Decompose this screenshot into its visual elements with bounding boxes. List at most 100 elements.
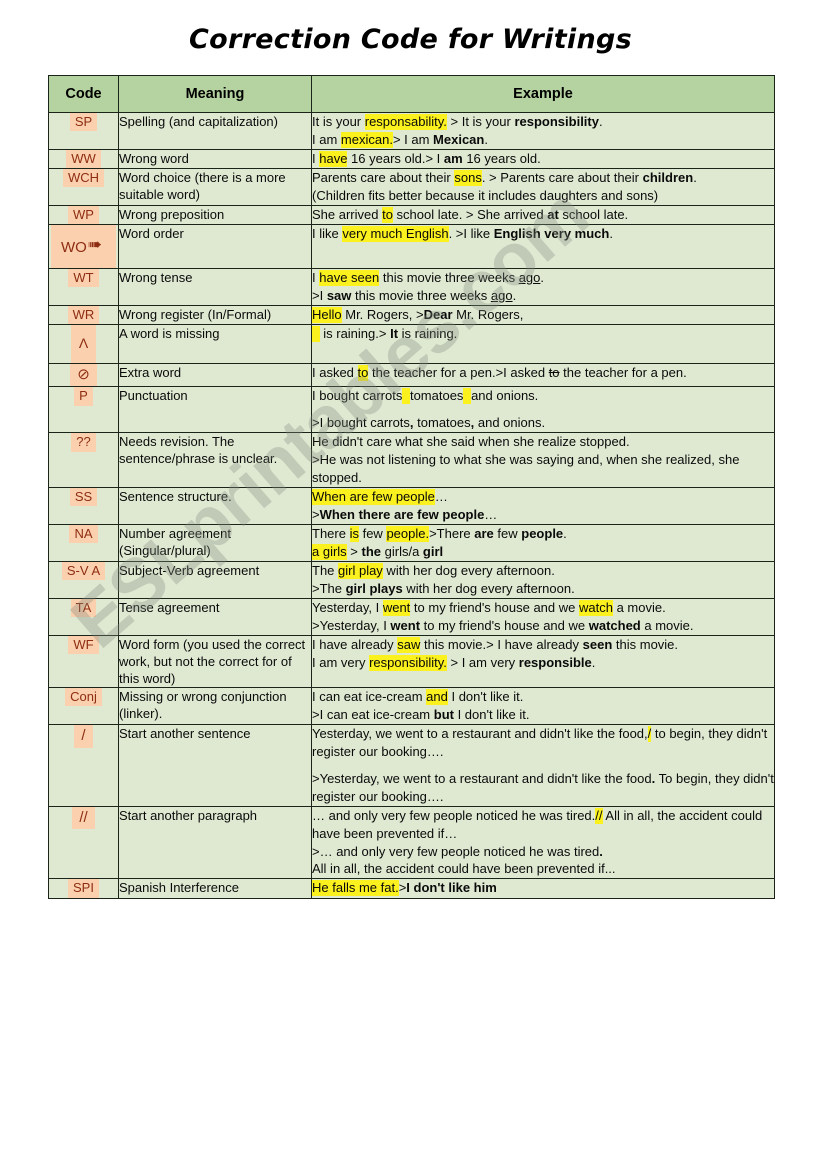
code-cell: WF bbox=[48, 634, 119, 689]
table-row: Conj Missing or wrong conjunction (linke… bbox=[48, 687, 775, 725]
table-row: WO➠ Word order I like very much English.… bbox=[48, 224, 775, 269]
example-cell: Yesterday, we went to a restaurant and d… bbox=[311, 723, 775, 807]
column-header-example: Example bbox=[311, 75, 775, 113]
table-row: WT Wrong tense I have seen this movie th… bbox=[48, 268, 775, 306]
example-cell: He didn't care what she said when she re… bbox=[311, 432, 775, 489]
slash-icon: / bbox=[74, 724, 93, 748]
code-cell: WT bbox=[48, 268, 119, 306]
code-cell: SS bbox=[48, 487, 119, 525]
example-cell: I bought carrots tomatoes and onions. >I… bbox=[311, 386, 775, 434]
code-cell: SP bbox=[48, 112, 119, 150]
code-chip: SP bbox=[69, 113, 98, 132]
table-row: ?? Needs revision. The sentence/phrase i… bbox=[48, 432, 775, 489]
code-chip: WCH bbox=[62, 169, 105, 188]
correction-code-table: Code Meaning Example SP Spelling (and ca… bbox=[48, 75, 775, 899]
table-header-row: Code Meaning Example bbox=[48, 75, 775, 113]
table-row: S-V A Subject-Verb agreement The girl pl… bbox=[48, 560, 775, 599]
code-chip: SS bbox=[69, 488, 98, 507]
code-cell: S-V A bbox=[48, 560, 119, 599]
code-cell: / bbox=[48, 723, 119, 807]
circle-slash-icon: ⊘ bbox=[70, 363, 97, 387]
code-cell: TA bbox=[48, 597, 119, 636]
code-cell: // bbox=[48, 805, 119, 880]
meaning-cell: Sentence structure. bbox=[118, 487, 312, 525]
page-title: Correction Code for Writings bbox=[188, 24, 632, 55]
table-row: TA Tense agreement Yesterday, I went to … bbox=[48, 597, 775, 636]
code-chip: P bbox=[74, 387, 93, 406]
table-row: P Punctuation I bought carrots tomatoes … bbox=[48, 386, 775, 434]
table-row: SS Sentence structure. When are few peop… bbox=[48, 487, 775, 525]
code-cell: WCH bbox=[48, 168, 119, 206]
meaning-cell: Wrong tense bbox=[118, 268, 312, 306]
example-cell: He falls me fat.>I don't like him bbox=[311, 878, 775, 899]
example-cell: I have seen this movie three weeks ago. … bbox=[311, 268, 775, 306]
meaning-cell: Word form (you used the correct work, bu… bbox=[118, 634, 312, 689]
code-cell: P bbox=[48, 386, 119, 434]
table-row: NA Number agreement (Singular/plural) Th… bbox=[48, 523, 775, 562]
example-cell: I like very much English. >I like Englis… bbox=[311, 224, 775, 269]
example-cell: When are few people… >When there are few… bbox=[311, 487, 775, 525]
code-cell: ⊘ bbox=[48, 362, 119, 388]
meaning-cell: A word is missing bbox=[118, 324, 312, 364]
code-chip: WR bbox=[67, 305, 100, 325]
example-cell: Hello Mr. Rogers, >Dear Mr. Rogers, bbox=[311, 304, 775, 326]
example-cell: I have already saw this movie.> I have a… bbox=[311, 634, 775, 689]
code-cell: Λ bbox=[48, 324, 119, 364]
meaning-cell: Spanish Interference bbox=[118, 878, 312, 899]
code-cell: WR bbox=[48, 304, 119, 326]
double-slash-icon: // bbox=[72, 806, 95, 830]
meaning-cell: Needs revision. The sentence/phrase is u… bbox=[118, 432, 312, 489]
meaning-cell: Wrong preposition bbox=[118, 204, 312, 226]
code-cell: ?? bbox=[48, 432, 119, 489]
meaning-cell: Start another paragraph bbox=[118, 805, 312, 880]
meaning-cell: Wrong word bbox=[118, 148, 312, 170]
table-row: WCH Word choice (there is a more suitabl… bbox=[48, 168, 775, 206]
table-row: WF Word form (you used the correct work,… bbox=[48, 634, 775, 689]
word-order-mark-icon: ➠ bbox=[87, 235, 103, 255]
code-chip: WT bbox=[68, 269, 99, 288]
table-row: WP Wrong preposition She arrived to scho… bbox=[48, 204, 775, 226]
code-chip: WO➠ bbox=[50, 225, 117, 268]
column-header-code: Code bbox=[48, 75, 119, 113]
table-row: SP Spelling (and capitalization) It is y… bbox=[48, 112, 775, 150]
code-chip: ?? bbox=[71, 433, 96, 452]
code-chip: Conj bbox=[65, 688, 102, 707]
code-cell: NA bbox=[48, 523, 119, 562]
code-chip: WF bbox=[68, 635, 99, 654]
example-cell: She arrived to school late. > She arrive… bbox=[311, 204, 775, 226]
meaning-cell: Missing or wrong conjunction (linker). bbox=[118, 687, 312, 725]
table-row: Λ A word is missing is raining.> It is r… bbox=[48, 324, 775, 364]
column-header-meaning: Meaning bbox=[118, 75, 312, 113]
code-chip: NA bbox=[69, 524, 98, 544]
table-row: ⊘ Extra word I asked to the teacher for … bbox=[48, 362, 775, 388]
meaning-cell: Wrong register (In/Formal) bbox=[118, 304, 312, 326]
meaning-cell: Subject-Verb agreement bbox=[118, 560, 312, 599]
code-chip: TA bbox=[70, 598, 97, 617]
example-cell: It is your responsability. > It is your … bbox=[311, 112, 775, 150]
table-header: Code Meaning Example bbox=[48, 75, 775, 113]
table-row: // Start another paragraph … and only ve… bbox=[48, 805, 775, 880]
caret-icon: Λ bbox=[70, 325, 97, 363]
table-row: / Start another sentence Yesterday, we w… bbox=[48, 723, 775, 807]
table-row: SPI Spanish Interference He falls me fat… bbox=[48, 878, 775, 899]
example-cell: There is few people.>There are few peopl… bbox=[311, 523, 775, 562]
code-cell: WW bbox=[48, 148, 119, 170]
code-chip: S-V A bbox=[61, 561, 106, 581]
meaning-cell: Extra word bbox=[118, 362, 312, 388]
example-cell: I have 16 years old.> I am 16 years old. bbox=[311, 148, 775, 170]
meaning-cell: Spelling (and capitalization) bbox=[118, 112, 312, 150]
meaning-cell: Word choice (there is a more suitable wo… bbox=[118, 168, 312, 206]
meaning-cell: Start another sentence bbox=[118, 723, 312, 807]
code-cell: WO➠ bbox=[48, 224, 119, 269]
example-cell: Yesterday, I went to my friend's house a… bbox=[311, 597, 775, 636]
example-cell: is raining.> It is raining. bbox=[311, 324, 775, 364]
meaning-cell: Punctuation bbox=[118, 386, 312, 434]
meaning-cell: Number agreement (Singular/plural) bbox=[118, 523, 312, 562]
code-chip: WP bbox=[68, 206, 99, 225]
table-row: WW Wrong word I have 16 years old.> I am… bbox=[48, 148, 775, 170]
code-chip: SPI bbox=[68, 879, 99, 898]
code-chip: WW bbox=[66, 149, 101, 169]
meaning-cell: Word order bbox=[118, 224, 312, 269]
example-cell: I asked to the teacher for a pen.>I aske… bbox=[311, 362, 775, 388]
example-cell: Parents care about their sons. > Parents… bbox=[311, 168, 775, 206]
